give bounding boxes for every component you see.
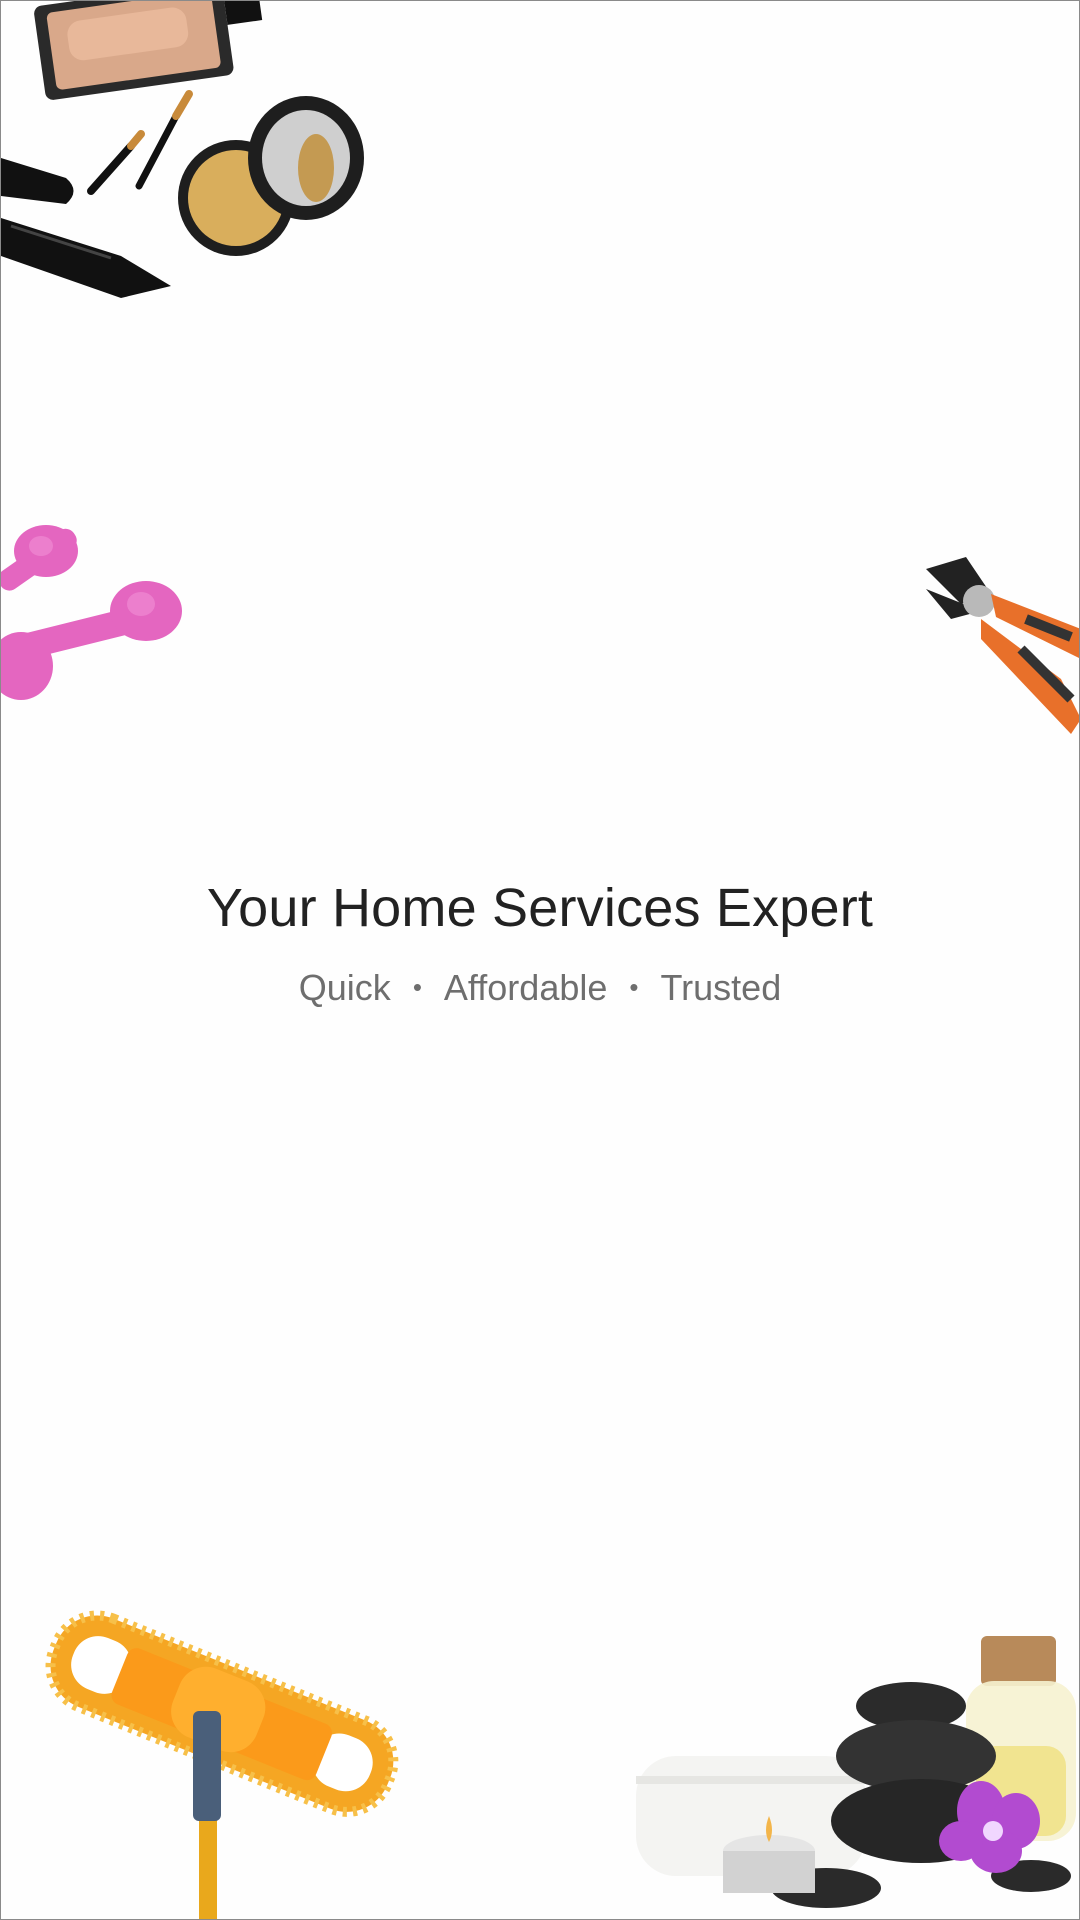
tag-affordable: Affordable	[443, 967, 608, 1008]
value-tags: Quick • Affordable • Trusted	[1, 965, 1079, 1010]
tag-quick: Quick	[298, 967, 391, 1008]
spa-stones-icon	[631, 1626, 1079, 1919]
separator-dot: •	[412, 972, 422, 1002]
headline: Your Home Services Expert	[206, 878, 874, 938]
mop-icon	[31, 1596, 411, 1919]
mascara-icon	[1, 156, 176, 301]
splash-screen: Your Home Services Expert Quick • Affordab…	[0, 0, 1080, 1920]
dumbbells-icon	[1, 516, 191, 706]
separator-dot: •	[629, 972, 639, 1002]
pliers-icon	[921, 549, 1079, 739]
perfume-bottle-icon	[29, 1, 269, 100]
tag-trusted: Trusted	[660, 967, 782, 1008]
compact-powder-icon	[176, 93, 376, 268]
tagline-block: Your Home Services Expert Quick • Affordab…	[1, 873, 1079, 1010]
